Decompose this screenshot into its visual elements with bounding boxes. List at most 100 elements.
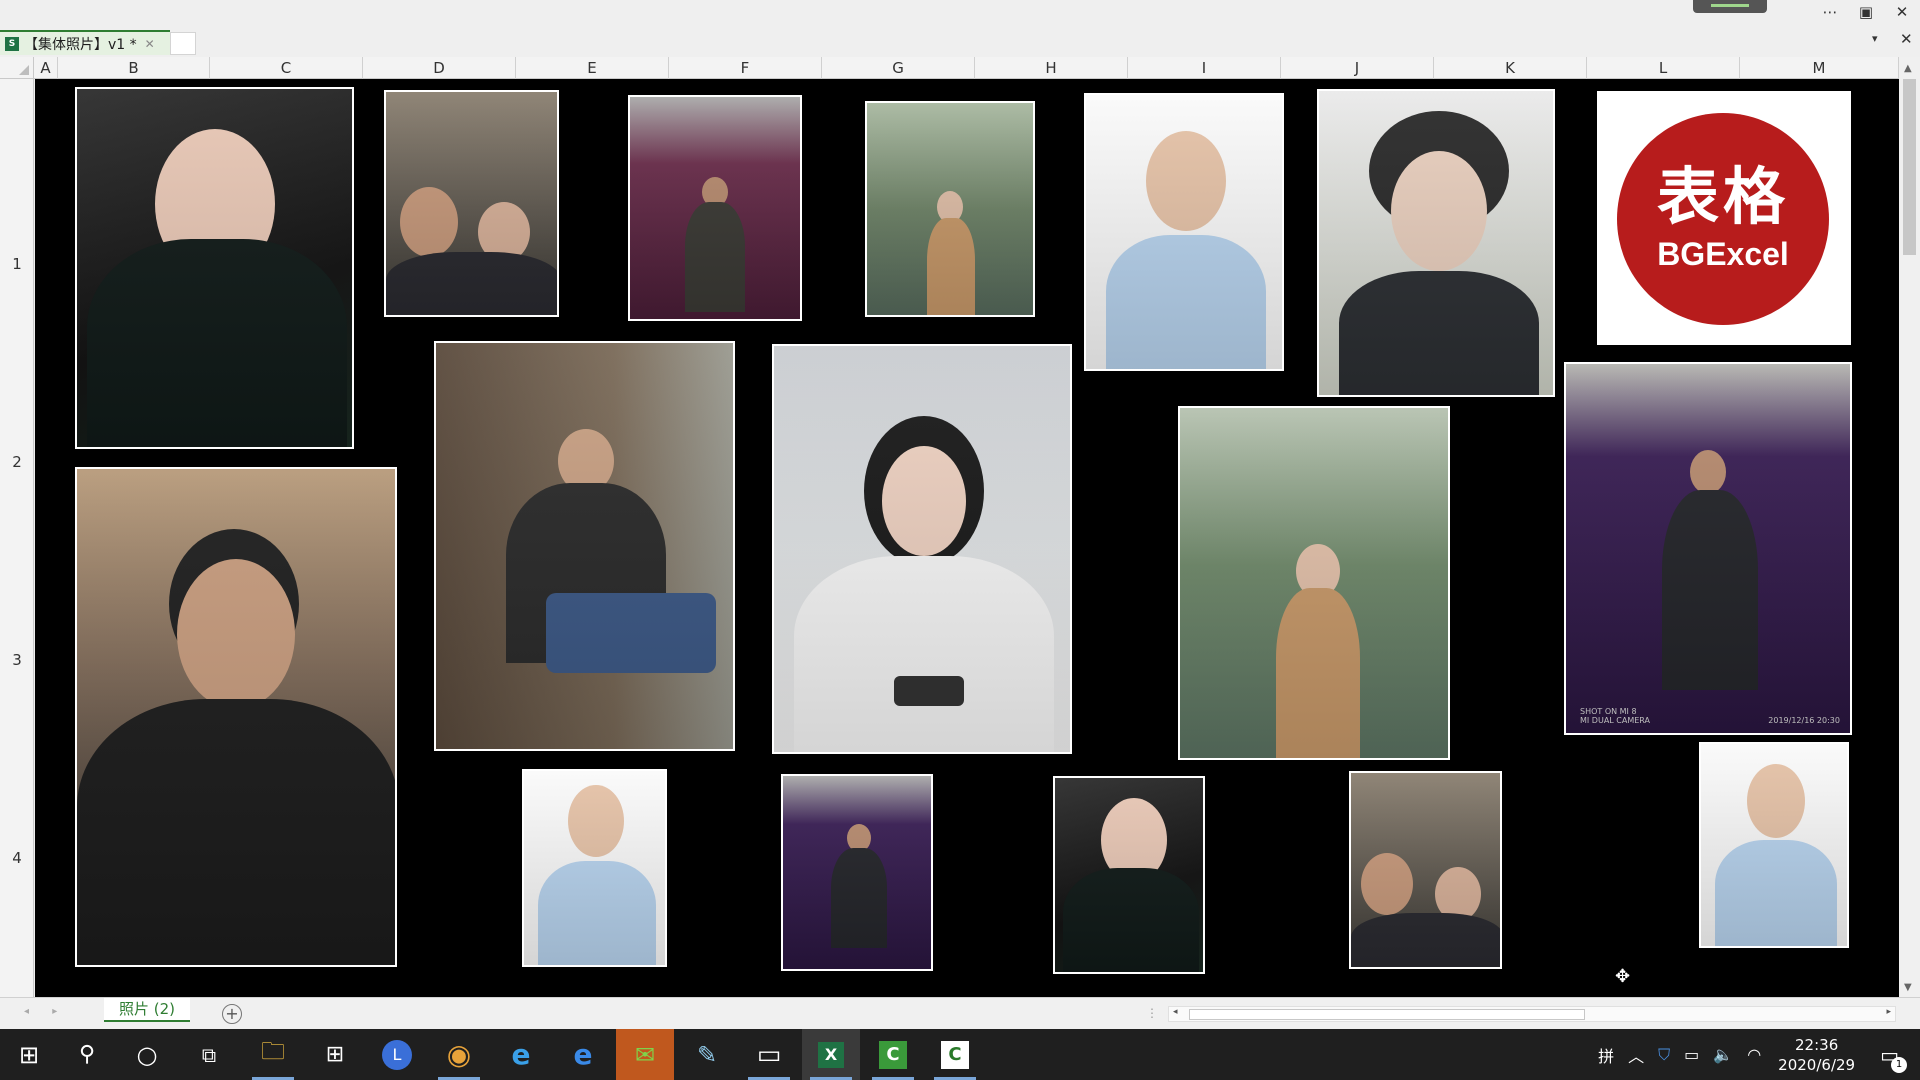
horizontal-scrollbar[interactable]: ◂ ▸ (1168, 1006, 1896, 1022)
taskbar-clock[interactable]: 22:36 2020/6/29 (1778, 1035, 1855, 1075)
search-button[interactable]: ⚲ (58, 1029, 116, 1080)
window-thumbnail (1693, 0, 1767, 13)
taskbar-store[interactable]: ⊞ (306, 1029, 364, 1080)
photo-girl-hoodie-large[interactable] (75, 87, 354, 449)
clock-app-icon: L (382, 1039, 412, 1070)
scroll-down-icon[interactable]: ▼ (1904, 982, 1912, 993)
task-view-button[interactable]: ⧉ (180, 1029, 238, 1080)
photo-woman-hat[interactable] (1317, 89, 1555, 397)
battery-icon[interactable]: ▭ (1684, 1045, 1699, 1064)
taskbar-wechat[interactable]: ✉ (616, 1029, 674, 1080)
photo-woman-garden-2[interactable] (1178, 406, 1450, 760)
excel-icon: X (818, 1041, 844, 1068)
camtasia-icon: C (879, 1040, 907, 1069)
col-header-g[interactable]: G (822, 57, 975, 79)
row-header-4[interactable]: 4 (0, 849, 34, 867)
bgexcel-logo: 表格 BGExcel (1617, 113, 1829, 325)
col-header-f[interactable]: F (669, 57, 822, 79)
add-sheet-button[interactable]: + (222, 1004, 242, 1024)
taskbar-chrome[interactable]: ◉ (430, 1029, 488, 1080)
split-handle-icon[interactable]: ⋮ (1146, 1006, 1158, 1020)
tab-list-dropdown-icon[interactable]: ▾ (1872, 32, 1878, 45)
photo-man-id-portrait-3[interactable] (1699, 742, 1849, 948)
col-header-m[interactable]: M (1740, 57, 1899, 79)
taskbar-file-explorer[interactable]: 🗀 (244, 1029, 302, 1080)
folder-icon: 🗀 (261, 1037, 285, 1065)
photo-girl-phone-supermarket[interactable] (772, 344, 1072, 754)
photo-man-glasses-phone[interactable] (75, 467, 397, 967)
photo-man-id-portrait-1[interactable] (1084, 93, 1284, 371)
ime-icon[interactable]: 拼 (1598, 1043, 1614, 1067)
security-shield-icon[interactable]: ⛉ (1658, 1045, 1670, 1065)
taskbar-excel[interactable]: X (802, 1029, 860, 1080)
vertical-scroll-thumb[interactable] (1903, 79, 1916, 255)
select-all-corner[interactable] (0, 57, 34, 79)
close-window-button[interactable]: ✕ (1884, 3, 1920, 21)
col-header-a[interactable]: A (34, 57, 58, 79)
photo-couple-selfie-1[interactable] (384, 90, 559, 317)
col-header-k[interactable]: K (1434, 57, 1587, 79)
photo-man-id-portrait-2[interactable] (522, 769, 667, 967)
date-stamp: 2019/12/16 20:30 (1768, 716, 1840, 725)
action-center-button[interactable]: ▭ 1 (1873, 1043, 1907, 1073)
col-header-h[interactable]: H (975, 57, 1128, 79)
taskbar-camtasia-1[interactable]: C (864, 1029, 922, 1080)
scroll-right-icon[interactable]: ▸ (1886, 1007, 1891, 1017)
wifi-icon[interactable]: ◠ (1747, 1045, 1761, 1064)
col-header-j[interactable]: J (1281, 57, 1434, 79)
col-header-c[interactable]: C (210, 57, 363, 79)
sheet-tab-photos[interactable]: 照片 (2) (104, 998, 190, 1022)
task-view-icon: ⧉ (201, 1042, 217, 1067)
clock-time: 22:36 (1795, 1035, 1839, 1054)
search-icon: ⚲ (78, 1042, 96, 1067)
photo-woman-garden-1[interactable] (865, 101, 1035, 317)
more-options-button[interactable]: ⋯ (1812, 3, 1848, 21)
horizontal-scroll-thumb[interactable] (1189, 1009, 1585, 1020)
row-header-3[interactable]: 3 (0, 651, 34, 669)
col-header-b[interactable]: B (58, 57, 210, 79)
wechat-icon: ✉ (634, 1040, 656, 1069)
photo-man-purple-booth-1[interactable] (628, 95, 802, 321)
cortana-button[interactable]: ○ (118, 1029, 176, 1080)
photo-man-purple-booth-2[interactable]: SHOT ON MI 8 MI DUAL CAMERA 2019/12/16 2… (1564, 362, 1852, 735)
col-header-l[interactable]: L (1587, 57, 1740, 79)
spreadsheet-icon: S (5, 36, 19, 51)
sheet-canvas[interactable]: 表格 BGExcel SHOT ON MI 8 MI DUAL CAMERA 2… (35, 79, 1899, 997)
clock-date: 2020/6/29 (1778, 1055, 1856, 1074)
scroll-up-icon[interactable]: ▲ (1904, 63, 1912, 74)
row-header-2[interactable]: 2 (0, 453, 34, 471)
bgexcel-logo-card[interactable]: 表格 BGExcel (1597, 91, 1851, 345)
title-bar: ⋯ ▣ ✕ S 【集体照片】v1 * ✕ ▾ ✕ (0, 0, 1920, 57)
restore-button[interactable]: ▣ (1848, 3, 1884, 21)
row-header-1[interactable]: 1 (0, 255, 34, 273)
taskbar-clock-app[interactable]: L (368, 1029, 426, 1080)
volume-icon[interactable]: 🔈 (1713, 1045, 1733, 1064)
document-tab-title: 【集体照片】v1 * (24, 36, 137, 53)
new-tab-button[interactable] (170, 32, 196, 55)
document-tab[interactable]: S 【集体照片】v1 * ✕ (0, 30, 170, 55)
taskbar-ie[interactable]: e (492, 1029, 550, 1080)
start-button[interactable]: ⊞ (0, 1029, 58, 1080)
windows-start-icon: ⊞ (18, 1040, 40, 1069)
col-header-d[interactable]: D (363, 57, 516, 79)
photo-man-sitting-steps[interactable] (434, 341, 735, 751)
taskbar-edge[interactable]: e (554, 1029, 612, 1080)
photo-man-purple-booth-3[interactable] (781, 774, 933, 971)
close-document-icon[interactable]: ✕ (1900, 30, 1913, 48)
taskbar-camtasia-2[interactable]: C (926, 1029, 984, 1080)
taskbar-notes[interactable]: ✎ (678, 1029, 736, 1080)
edge-icon: e (573, 1038, 593, 1071)
tray-expand-icon[interactable]: ︿ (1628, 1043, 1644, 1067)
sheet-nav-arrows-icon[interactable]: ◂ ▸ (24, 1006, 67, 1017)
scroll-left-icon[interactable]: ◂ (1173, 1007, 1178, 1017)
chrome-icon: ◉ (446, 1038, 472, 1071)
col-header-e[interactable]: E (516, 57, 669, 79)
col-header-i[interactable]: I (1128, 57, 1281, 79)
photo-couple-selfie-2[interactable] (1349, 771, 1502, 969)
vertical-scrollbar[interactable]: ▲ ▼ (1899, 57, 1920, 997)
sheet-tab-bar: ◂ ▸ 照片 (2) + ⋮ ◂ ▸ (0, 997, 1920, 1029)
taskbar-terminal[interactable]: ▭ (740, 1029, 798, 1080)
windows-taskbar: ⊞ ⚲ ○ ⧉ 🗀 ⊞ L ◉ e e ✉ ✎ ▭ X C C 拼 ︿ ⛉ ▭ … (0, 1029, 1920, 1080)
close-tab-icon[interactable]: ✕ (145, 37, 155, 51)
photo-girl-hoodie-small[interactable] (1053, 776, 1205, 974)
